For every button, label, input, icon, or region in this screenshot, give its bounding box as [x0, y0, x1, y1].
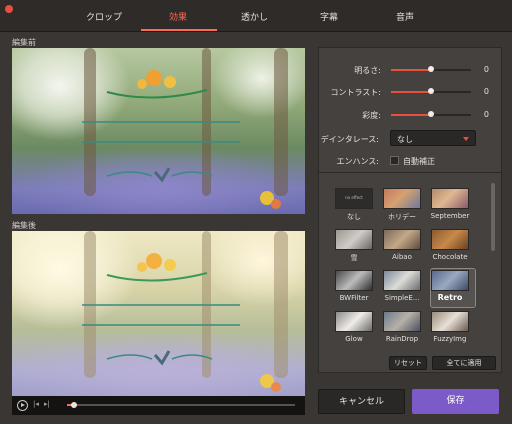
filter-thumbnail [431, 188, 469, 209]
filter-thumbnail [431, 311, 469, 332]
contrast-value: 0 [483, 87, 489, 96]
seek-bar[interactable] [67, 402, 295, 408]
deinterlace-selected-value: なし [397, 135, 413, 144]
filter-label: 雪 [350, 254, 358, 262]
filter-thumbnail [335, 270, 373, 291]
filter-label: なし [347, 213, 361, 221]
filter-item[interactable]: Retro [425, 270, 475, 308]
filter-item[interactable]: 雪 [329, 229, 379, 267]
contrast-slider-handle[interactable] [428, 88, 434, 94]
active-tab-indicator [141, 29, 217, 31]
tab-crop[interactable]: クロップ [86, 10, 122, 23]
decorative-frame-overlay [82, 70, 281, 209]
filter-thumbnail [431, 229, 469, 250]
filter-label: Aibao [392, 253, 412, 261]
tab-subtitles[interactable]: 字幕 [320, 10, 338, 23]
filter-thumbnail [383, 311, 421, 332]
filter-thumbnail [431, 270, 469, 291]
skip-forward-icon[interactable]: ▸| [44, 400, 50, 408]
brightness-label: 明るさ: [354, 66, 381, 75]
decorative-frame-overlay [82, 253, 281, 392]
brightness-value: 0 [483, 65, 489, 74]
filter-label: SimpleE... [384, 294, 420, 302]
contrast-slider[interactable] [391, 88, 471, 94]
filter-thumbnail [335, 229, 373, 250]
auto-correct-checkbox[interactable] [390, 156, 399, 165]
tab-effects[interactable]: 効果 [169, 10, 187, 23]
filter-item[interactable]: ホリデー [377, 188, 427, 226]
deinterlace-select[interactable]: なし [390, 130, 476, 146]
filter-item[interactable]: BWFilter [329, 270, 379, 308]
save-button[interactable]: 保存 [412, 389, 499, 414]
filter-label: September [430, 212, 470, 220]
chevron-down-icon [463, 137, 469, 141]
filter-label: RainDrop [385, 335, 419, 343]
filter-label: ホリデー [388, 213, 416, 221]
filter-item[interactable]: Glow [329, 311, 379, 349]
playback-controls: |◂ ▸| [12, 396, 305, 415]
after-preview-label: 編集後 [12, 221, 36, 230]
no-effect-thumb-text: no effect [345, 195, 363, 200]
section-divider [319, 172, 501, 173]
filter-item[interactable]: September [425, 188, 475, 226]
filter-item[interactable]: FuzzyImg [425, 311, 475, 349]
filter-thumbnail [335, 311, 373, 332]
filter-item[interactable]: RainDrop [377, 311, 427, 349]
apply-all-button[interactable]: 全てに適用 [432, 356, 496, 370]
filter-thumbnail [383, 188, 421, 209]
filter-item[interactable]: Chocolate [425, 229, 475, 267]
filter-label: Retro [437, 293, 463, 302]
filter-scrollbar[interactable] [491, 183, 495, 251]
deinterlace-label: デインタレース: [320, 135, 379, 144]
brightness-slider[interactable] [391, 66, 471, 72]
seek-handle[interactable] [70, 402, 77, 408]
brightness-row: 明るさ: 0 [319, 64, 503, 76]
saturation-slider[interactable] [391, 111, 471, 117]
enhance-label: エンハンス: [336, 157, 379, 166]
saturation-label: 彩度: [362, 111, 381, 120]
saturation-value: 0 [483, 110, 489, 119]
filter-label: BWFilter [339, 294, 369, 302]
cancel-button[interactable]: キャンセル [318, 389, 405, 414]
filter-item[interactable]: SimpleE... [377, 270, 427, 308]
filter-thumbnail [383, 229, 421, 250]
close-window-button[interactable] [5, 5, 13, 13]
filter-label: FuzzyImg [433, 335, 467, 343]
contrast-row: コントラスト: 0 [319, 86, 503, 98]
saturation-slider-handle[interactable] [428, 111, 434, 117]
tab-bar: クロップ 効果 透かし 字幕 音声 [0, 0, 512, 32]
filter-label: Glow [345, 335, 363, 343]
skip-back-icon[interactable]: |◂ [33, 400, 39, 408]
after-preview [12, 231, 305, 396]
auto-correct-label[interactable]: 自動補正 [403, 156, 435, 167]
filter-item[interactable]: Aibao [377, 229, 427, 267]
brightness-slider-handle[interactable] [428, 66, 434, 72]
reset-button[interactable]: リセット [389, 356, 427, 370]
saturation-row: 彩度: 0 [319, 109, 503, 121]
before-preview [12, 48, 305, 214]
filter-item[interactable]: no effect なし [329, 188, 379, 226]
tab-audio[interactable]: 音声 [396, 10, 414, 23]
before-preview-label: 編集前 [12, 38, 36, 47]
effects-panel: 明るさ: 0 コントラスト: 0 彩度: 0 デインタレース: なし エンハンス… [318, 47, 502, 373]
filter-thumbnail [383, 270, 421, 291]
filter-thumbnail: no effect [335, 188, 373, 209]
contrast-label: コントラスト: [330, 88, 381, 97]
tab-watermark[interactable]: 透かし [241, 10, 268, 23]
filter-label: Chocolate [432, 253, 468, 261]
play-button[interactable] [17, 400, 28, 411]
